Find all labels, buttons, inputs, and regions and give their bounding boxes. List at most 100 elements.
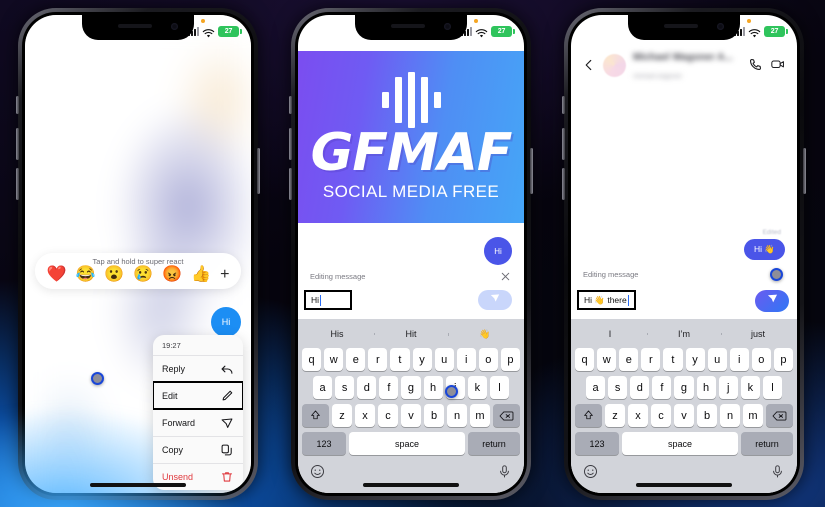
chevron-left-icon[interactable]: [582, 58, 596, 72]
backspace-icon[interactable]: [493, 404, 520, 427]
key-e[interactable]: e: [619, 348, 639, 371]
reaction-bar[interactable]: Tap and hold to super react ❤️ 😂 😮 😢 😡 👍…: [35, 253, 241, 289]
key-i[interactable]: i: [729, 348, 749, 371]
suggestion-2[interactable]: I’m: [647, 329, 721, 339]
volume-up-button[interactable]: [562, 128, 565, 160]
keyboard-row-2[interactable]: a s d f g h j k l: [575, 376, 793, 399]
message-bubble-hi[interactable]: Hi: [484, 237, 512, 265]
home-indicator[interactable]: [636, 483, 732, 487]
suggestion-3[interactable]: 👋: [448, 329, 522, 340]
key-s[interactable]: s: [335, 376, 355, 399]
return-key[interactable]: return: [468, 432, 520, 455]
key-k[interactable]: k: [740, 376, 760, 399]
keyboard-row-4[interactable]: 123 space return: [575, 432, 793, 455]
reaction-thumbsup-icon[interactable]: 👍: [191, 267, 211, 283]
context-menu[interactable]: 19:27 Reply Edit Forward Copy Unsend: [153, 335, 243, 490]
suggestion-3[interactable]: just: [721, 329, 795, 339]
suggestion-1[interactable]: I: [573, 329, 647, 339]
reaction-surprised-icon[interactable]: 😮: [104, 267, 124, 283]
virtual-keyboard[interactable]: I I’m just q w e r t y u i o p a s d f g…: [571, 319, 797, 493]
key-d[interactable]: d: [357, 376, 377, 399]
key-r[interactable]: r: [368, 348, 388, 371]
reaction-sad-icon[interactable]: 😢: [133, 267, 153, 283]
key-w[interactable]: w: [597, 348, 617, 371]
volume-down-button[interactable]: [16, 168, 19, 200]
message-bubble-hi[interactable]: Hi 👋: [744, 239, 785, 260]
reaction-angry-icon[interactable]: 😡: [162, 267, 182, 283]
send-button[interactable]: [478, 290, 512, 310]
emoji-smiley-icon[interactable]: [310, 464, 325, 484]
volume-up-button[interactable]: [16, 128, 19, 160]
key-u[interactable]: u: [434, 348, 454, 371]
key-s[interactable]: s: [608, 376, 628, 399]
return-key[interactable]: return: [741, 432, 793, 455]
keyboard-bottom-row[interactable]: [573, 463, 795, 493]
key-q[interactable]: q: [575, 348, 595, 371]
phone-call-icon[interactable]: [747, 57, 763, 73]
key-n[interactable]: n: [720, 404, 740, 427]
key-y[interactable]: y: [685, 348, 705, 371]
home-indicator[interactable]: [363, 483, 459, 487]
key-h[interactable]: h: [423, 376, 443, 399]
key-a[interactable]: a: [586, 376, 606, 399]
key-b[interactable]: b: [424, 404, 444, 427]
reaction-laugh-icon[interactable]: 😂: [75, 267, 95, 283]
keyboard-row-1[interactable]: q w e r t y u i o p: [575, 348, 793, 371]
key-f[interactable]: f: [379, 376, 399, 399]
backspace-icon[interactable]: [766, 404, 793, 427]
suggestion-2[interactable]: Hit: [374, 329, 448, 339]
suggestion-1[interactable]: His: [300, 329, 374, 339]
key-j[interactable]: j: [718, 376, 738, 399]
key-m[interactable]: m: [743, 404, 763, 427]
key-z[interactable]: z: [605, 404, 625, 427]
keyboard-bottom-row[interactable]: [300, 463, 522, 493]
mute-switch[interactable]: [289, 96, 292, 114]
send-button[interactable]: [755, 290, 789, 312]
numeric-key[interactable]: 123: [302, 432, 346, 455]
key-c[interactable]: c: [378, 404, 398, 427]
context-menu-item-forward[interactable]: Forward: [153, 409, 243, 436]
reaction-emoji-row[interactable]: ❤️ 😂 😮 😢 😡 👍 +: [35, 267, 241, 283]
key-n[interactable]: n: [447, 404, 467, 427]
power-button[interactable]: [803, 148, 806, 194]
shift-arrow-icon[interactable]: [302, 404, 329, 427]
message-bubble-hi[interactable]: Hi: [211, 307, 241, 337]
keyboard-rows[interactable]: q w e r t y u i o p a: [300, 346, 522, 463]
keyboard-row-4[interactable]: 123 space return: [302, 432, 520, 455]
key-m[interactable]: m: [470, 404, 490, 427]
home-indicator[interactable]: [90, 483, 186, 487]
key-x[interactable]: x: [355, 404, 375, 427]
context-menu-item-reply[interactable]: Reply: [153, 355, 243, 382]
key-i[interactable]: i: [456, 348, 476, 371]
key-o[interactable]: o: [751, 348, 771, 371]
key-p[interactable]: p: [773, 348, 793, 371]
keyboard-suggestion-bar[interactable]: His Hit 👋: [300, 322, 522, 346]
keyboard-row-2[interactable]: a s d f g h j k l: [302, 376, 520, 399]
power-button[interactable]: [530, 148, 533, 194]
power-button[interactable]: [257, 148, 260, 194]
keyboard-row-1[interactable]: q w e r t y u i o p: [302, 348, 520, 371]
key-v[interactable]: v: [674, 404, 694, 427]
key-v[interactable]: v: [401, 404, 421, 427]
keyboard-row-3[interactable]: z x c v b n m: [302, 404, 520, 427]
message-input[interactable]: Hi: [304, 290, 352, 310]
numeric-key[interactable]: 123: [575, 432, 619, 455]
reaction-add-icon[interactable]: +: [220, 267, 229, 283]
volume-up-button[interactable]: [289, 128, 292, 160]
avatar[interactable]: [603, 53, 626, 77]
reaction-heart-icon[interactable]: ❤️: [47, 267, 67, 283]
volume-down-button[interactable]: [289, 168, 292, 200]
key-a[interactable]: a: [313, 376, 333, 399]
microphone-icon[interactable]: [770, 464, 785, 484]
volume-down-button[interactable]: [562, 168, 565, 200]
key-p[interactable]: p: [500, 348, 520, 371]
key-g[interactable]: g: [401, 376, 421, 399]
key-y[interactable]: y: [412, 348, 432, 371]
key-f[interactable]: f: [652, 376, 672, 399]
keyboard-suggestion-bar[interactable]: I I’m just: [573, 322, 795, 346]
key-l[interactable]: l: [762, 376, 782, 399]
message-input-row[interactable]: Hi: [298, 287, 524, 313]
keyboard-row-3[interactable]: z x c v b n m: [575, 404, 793, 427]
key-e[interactable]: e: [346, 348, 366, 371]
key-g[interactable]: g: [674, 376, 694, 399]
